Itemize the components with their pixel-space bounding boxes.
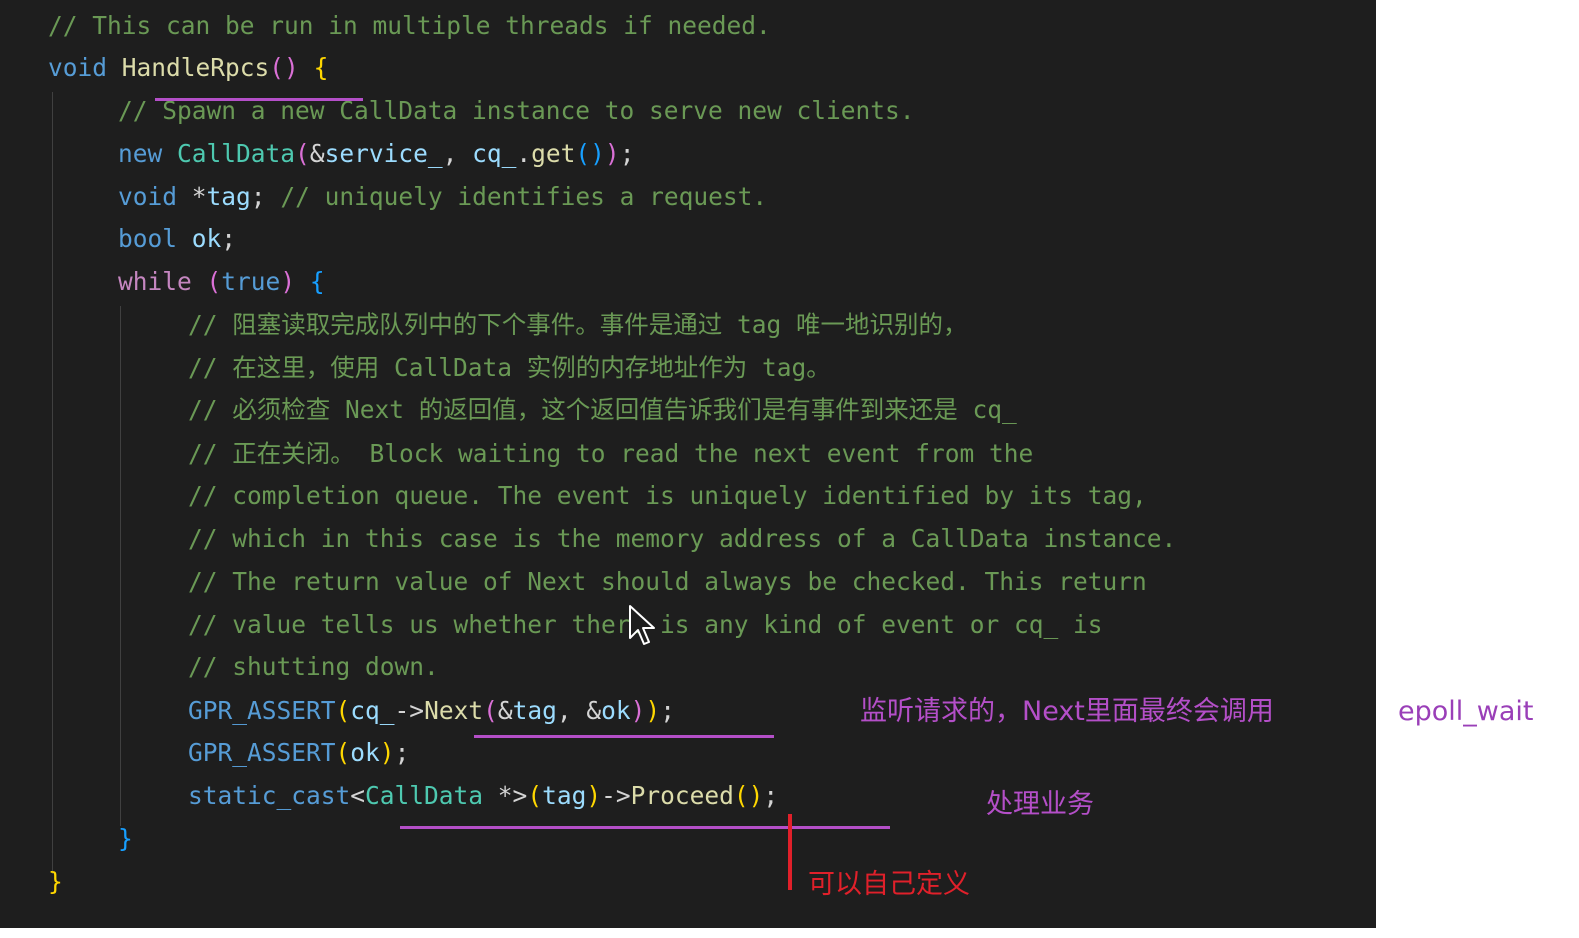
code-editor[interactable]: // This can be run in multiple threads i…	[0, 0, 1376, 928]
handlerpcs-underline	[155, 98, 363, 101]
code-line: }	[118, 824, 133, 853]
code-comment-line: // which in this case is the memory addr…	[188, 524, 1177, 553]
code-line: }	[48, 867, 63, 896]
code-line: bool ok;	[118, 224, 237, 253]
code-line: // This can be run in multiple threads i…	[48, 11, 771, 40]
proceed-annotation: 处理业务	[986, 789, 1094, 820]
code-comment-line: // 必须检查 Next 的返回值，这个返回值告诉我们是有事件到来还是 cq_	[188, 395, 1017, 424]
epoll-annotation: epoll_wait	[1398, 696, 1534, 727]
code-comment-line: // 阻塞读取完成队列中的下个事件。事件是通过 tag 唯一地识别的，	[188, 310, 968, 339]
code-comment-line: // shutting down.	[188, 652, 439, 681]
code-line: // Spawn a new CallData instance to serv…	[118, 96, 915, 125]
code-line: void *tag; // uniquely identifies a requ…	[118, 182, 768, 211]
code-line: while (true) {	[118, 267, 325, 296]
code-comment-line: // completion queue. The event is unique…	[188, 481, 1147, 510]
arrow-cursor-icon	[628, 604, 656, 652]
custom-pointer-line	[788, 814, 792, 890]
code-comment-line: // The return value of Next should alway…	[188, 567, 1147, 596]
next-annotation: 监听请求的，Next里面最终会调用	[860, 696, 1274, 727]
custom-annotation: 可以自己定义	[808, 869, 970, 900]
code-line-proceed-call: static_cast<CallData *>(tag)->Proceed();	[188, 781, 779, 810]
proceed-underline	[400, 826, 890, 829]
code-comment-line: // 正在关闭。 Block waiting to read the next …	[188, 439, 1034, 468]
code-comment-line: // 在这里，使用 CallData 实例的内存地址作为 tag。	[188, 353, 831, 382]
next-underline	[474, 735, 774, 738]
code-line: new CallData(&service_, cq_.get());	[118, 139, 635, 168]
code-line-next-call: GPR_ASSERT(cq_->Next(&tag, &ok));	[188, 696, 675, 725]
code-line-function-signature: void HandleRpcs() {	[48, 53, 329, 82]
code-line: GPR_ASSERT(ok);	[188, 738, 410, 767]
indent-guide	[52, 92, 53, 874]
indent-guide	[120, 306, 121, 826]
